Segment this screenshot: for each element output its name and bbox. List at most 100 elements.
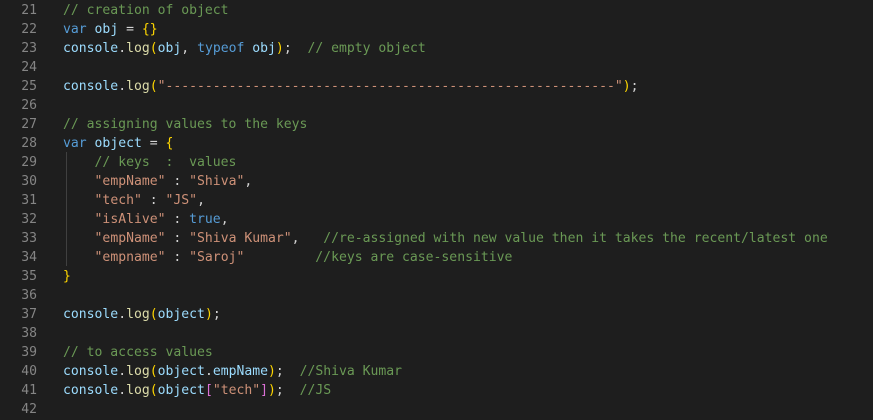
code-token: ; xyxy=(212,307,221,322)
code-token: {} xyxy=(141,22,158,37)
code-line[interactable]: 34 "empname" : "Saroj" //keys are case-s… xyxy=(0,248,873,267)
code-token: // creation of object xyxy=(63,3,229,18)
line-number: 23 xyxy=(21,41,37,56)
code-line[interactable]: 22 var obj = {} xyxy=(0,20,873,39)
code-token: log xyxy=(126,41,150,56)
code-text[interactable]: "isAlive" : true, xyxy=(63,210,229,229)
code-token: var xyxy=(63,22,87,37)
code-token: object xyxy=(94,136,142,151)
line-number: 32 xyxy=(21,212,37,227)
code-token: ) xyxy=(268,383,276,398)
line-number: 34 xyxy=(21,250,37,265)
code-text[interactable]: // assigning values to the keys xyxy=(63,115,307,134)
code-text[interactable]: } xyxy=(63,267,71,286)
code-token: "isAlive" xyxy=(94,212,166,227)
code-token: : xyxy=(165,212,190,227)
code-token: object xyxy=(157,364,205,379)
code-token: object xyxy=(157,307,205,322)
code-editor[interactable]: 21 // creation of object 22 var obj = {} 23 c… xyxy=(0,0,873,420)
code-line[interactable]: 40 console.log(object.empName); //Shiva K… xyxy=(0,362,873,381)
code-line[interactable]: 23 console.log(obj, typeof obj); // empty… xyxy=(0,39,873,58)
code-token: console xyxy=(63,41,119,56)
code-token: . xyxy=(118,364,127,379)
code-line[interactable]: 35} xyxy=(0,267,873,286)
code-token: . xyxy=(204,364,213,379)
code-token: : xyxy=(141,193,166,208)
code-text[interactable]: "empName" : "Shiva", xyxy=(63,172,253,191)
code-token: [ xyxy=(204,383,213,398)
code-text[interactable]: var obj = {} xyxy=(63,20,158,39)
code-text[interactable]: // creation of object xyxy=(63,1,229,20)
line-number: 30 xyxy=(21,174,37,189)
code-token: //Shiva Kumar xyxy=(299,364,403,379)
code-line[interactable]: 38 xyxy=(0,324,873,343)
code-line[interactable]: 29 // keys : values xyxy=(0,153,873,172)
code-token: ; xyxy=(275,364,300,379)
code-line[interactable]: 41 console.log(object["tech"]); //JS xyxy=(0,381,873,400)
code-text[interactable]: // keys : values xyxy=(63,153,237,172)
code-token: "Shiva Kumar" xyxy=(189,231,292,246)
line-number: 36 xyxy=(21,288,37,303)
code-token: ) xyxy=(204,307,213,322)
code-line[interactable]: 26 xyxy=(0,96,873,115)
code-text[interactable]: console.log(object.empName); //Shiva Kum… xyxy=(63,362,402,381)
code-line[interactable]: 37 console.log(object); xyxy=(0,305,873,324)
code-token: "---------------------------------------… xyxy=(157,79,623,94)
code-line[interactable]: 39 // to access values xyxy=(0,343,873,362)
line-number: 25 xyxy=(21,79,37,94)
code-line[interactable]: 31 "tech" : "JS", xyxy=(0,191,873,210)
code-token: console xyxy=(63,79,119,94)
line-number: 21 xyxy=(21,3,37,18)
code-token: : xyxy=(165,250,190,265)
code-token: //keys are case-sensitive xyxy=(315,250,513,265)
code-line[interactable]: 32 "isAlive" : true, xyxy=(0,210,873,229)
code-line[interactable]: 21 // creation of object xyxy=(0,1,873,20)
code-token: . xyxy=(118,307,127,322)
code-text[interactable]: "tech" : "JS", xyxy=(63,191,205,210)
code-line[interactable]: 36 xyxy=(0,286,873,305)
code-line[interactable]: 42 xyxy=(0,400,873,419)
line-number: 27 xyxy=(21,117,37,132)
line-number: 33 xyxy=(21,231,37,246)
code-line[interactable]: 27 // assigning values to the keys xyxy=(0,115,873,134)
code-token: "empname" xyxy=(94,250,166,265)
code-token: ( xyxy=(149,79,158,94)
code-line[interactable]: 30 "empName" : "Shiva", xyxy=(0,172,873,191)
code-token: // assigning values to the keys xyxy=(63,117,308,132)
code-token: //re-assigned with new value then it tak… xyxy=(323,231,828,246)
line-number: 41 xyxy=(21,383,37,398)
code-token: , xyxy=(291,231,324,246)
code-line[interactable]: 33 "empName" : "Shiva Kumar", //re-assig… xyxy=(0,229,873,248)
code-token: : xyxy=(165,231,190,246)
code-text[interactable]: console.log(object["tech"]); //JS xyxy=(63,381,331,400)
code-text[interactable]: console.log(obj, typeof obj); // empty o… xyxy=(63,39,426,58)
code-text[interactable]: "empName" : "Shiva Kumar", //re-assigned… xyxy=(63,229,828,248)
code-token: ; xyxy=(630,79,639,94)
code-text[interactable]: console.log("---------------------------… xyxy=(63,77,639,96)
code-token: ) xyxy=(622,79,631,94)
code-token: } xyxy=(63,269,71,284)
code-token: ] xyxy=(260,383,269,398)
code-text[interactable]: // to access values xyxy=(63,343,213,362)
code-token: // keys : values xyxy=(94,155,237,170)
code-text[interactable]: console.log(object); xyxy=(63,305,221,324)
code-token: ) xyxy=(275,41,284,56)
code-line[interactable]: 25 console.log("-------------------------… xyxy=(0,77,873,96)
code-token: ( xyxy=(149,364,158,379)
code-line[interactable]: 24 xyxy=(0,58,873,77)
code-line[interactable]: 28 var object = { xyxy=(0,134,873,153)
code-token: "tech" xyxy=(212,383,261,398)
code-text[interactable]: "empname" : "Saroj" //keys are case-sens… xyxy=(63,248,513,267)
line-number: 38 xyxy=(21,326,37,341)
code-text[interactable]: var object = { xyxy=(63,134,173,153)
code-token: . xyxy=(118,79,127,94)
line-number: 22 xyxy=(21,22,37,37)
line-number: 24 xyxy=(21,60,37,75)
code-token: log xyxy=(126,383,150,398)
code-token: // empty object xyxy=(307,41,426,56)
